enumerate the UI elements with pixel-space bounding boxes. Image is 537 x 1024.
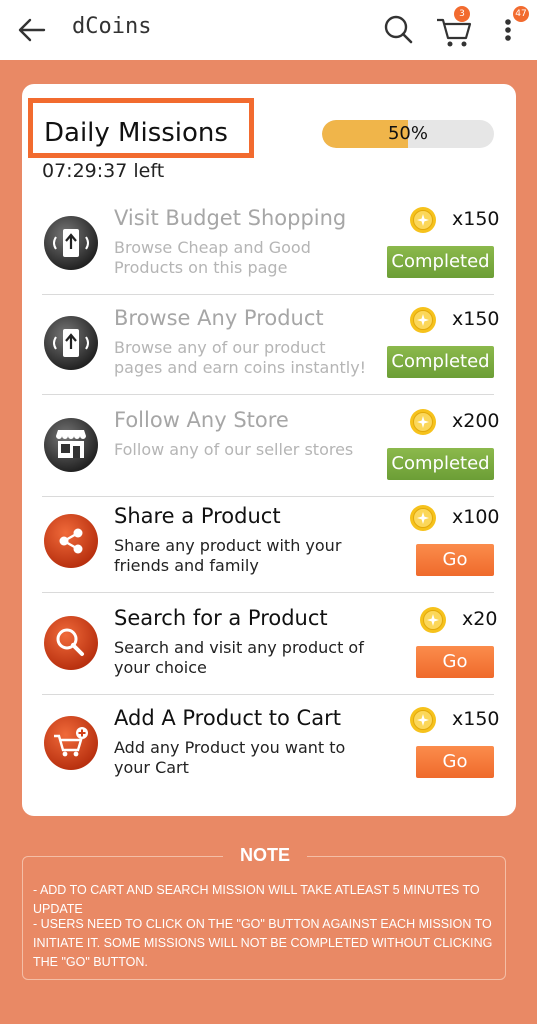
progress-bar: 50%	[322, 120, 494, 148]
mission-description: Follow any of our seller stores	[114, 440, 354, 459]
mission-title: Share a Product	[114, 504, 281, 528]
coin-icon	[409, 408, 437, 436]
mission-description: Browse any of our product pages and earn…	[114, 338, 367, 377]
mission-row: Follow Any Store Follow any of our seller…	[42, 396, 500, 497]
coin-icon	[409, 306, 437, 334]
reward-amount: x200	[452, 410, 500, 432]
go-button[interactable]: Go	[416, 544, 494, 576]
reward-amount: x150	[452, 208, 500, 230]
reward-amount: x100	[452, 506, 500, 528]
note-line: - ADD TO CART AND SEARCH MISSION WILL TA…	[33, 883, 480, 916]
share-icon	[42, 512, 100, 570]
reward-amount: x20	[462, 608, 498, 630]
daily-missions-panel: Daily Missions 07:29:37 left 50% Visit B…	[22, 84, 516, 816]
mission-row: Search for a Product Search and visit any…	[42, 594, 498, 695]
note-line: - USERS NEED TO CLICK ON THE "GO" BUTTON…	[33, 917, 493, 969]
overflow-menu-button[interactable]: 47	[496, 6, 532, 50]
coin-icon	[409, 206, 437, 234]
mission-title: Follow Any Store	[114, 408, 289, 432]
mobile-signal-icon	[42, 314, 100, 372]
mission-description: Browse Cheap and Good Products on this p…	[114, 238, 311, 277]
note-title: NOTE	[223, 845, 307, 866]
note-box: NOTE - ADD TO CART AND SEARCH MISSION WI…	[22, 845, 506, 980]
app-title: dCoins	[72, 14, 152, 39]
search-icon[interactable]	[378, 10, 418, 50]
search-icon	[42, 614, 100, 672]
progress-label: 50%	[387, 123, 428, 144]
cart-badge: 3	[454, 6, 470, 22]
menu-badge: 47	[513, 6, 529, 22]
add-to-cart-icon	[42, 714, 100, 772]
coin-icon	[419, 606, 447, 634]
reward-amount: x150	[452, 708, 500, 730]
mission-title: Search for a Product	[114, 606, 328, 630]
mission-title: Add A Product to Cart	[114, 706, 341, 730]
panel-title: Daily Missions	[44, 118, 228, 148]
go-button[interactable]: Go	[416, 646, 494, 678]
mission-row: Visit Budget Shopping Browse Cheap and Go…	[42, 194, 500, 295]
mission-description: Share any product with your friends and …	[114, 536, 342, 575]
mission-title: Visit Budget Shopping	[114, 206, 347, 230]
go-button[interactable]: Go	[416, 746, 494, 778]
store-icon	[42, 416, 100, 474]
reward-amount: x150	[452, 308, 500, 330]
completed-badge: Completed	[387, 346, 494, 378]
mission-row: Add A Product to Cart Add any Product you…	[42, 694, 500, 794]
completed-badge: Completed	[387, 448, 494, 480]
coin-icon	[409, 706, 437, 734]
cart-button[interactable]: 3	[432, 6, 476, 50]
mission-description: Search and visit any product of your cho…	[114, 638, 364, 677]
mission-title: Browse Any Product	[114, 306, 324, 330]
coin-icon	[409, 504, 437, 532]
mission-description: Add any Product you want to your Cart	[114, 738, 346, 777]
time-left: 07:29:37 left	[42, 160, 165, 182]
mobile-signal-icon	[42, 214, 100, 272]
back-arrow-icon[interactable]	[14, 12, 50, 48]
mission-row: Browse Any Product Browse any of our prod…	[42, 294, 500, 395]
top-app-bar: dCoins 3 47	[0, 0, 537, 60]
mission-row: Share a Product Share any product with yo…	[42, 492, 500, 593]
completed-badge: Completed	[387, 246, 494, 278]
